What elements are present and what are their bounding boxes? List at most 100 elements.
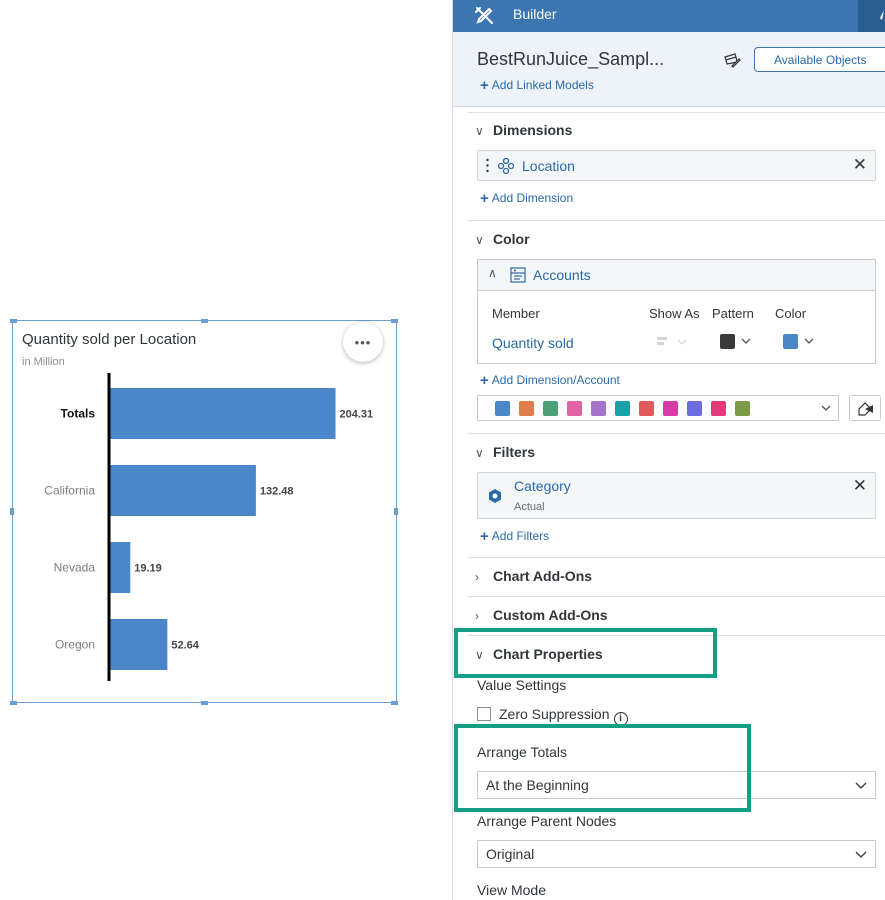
arrange-parent-nodes-label: Arrange Parent Nodes: [477, 813, 617, 829]
show-as-icon: [657, 337, 687, 345]
value-label: 132.48: [260, 486, 294, 498]
palette-color-swatch: [495, 401, 510, 416]
zero-suppression-label: Zero Suppression: [499, 706, 610, 722]
divider: [468, 596, 885, 597]
divider: [468, 433, 885, 434]
pattern-column-header: Pattern: [712, 306, 754, 321]
divider: [468, 220, 885, 221]
dimensions-heading: Dimensions: [493, 122, 573, 138]
bar-california[interactable]: [109, 465, 256, 516]
divider: [468, 557, 885, 558]
color-swatch[interactable]: [783, 334, 798, 349]
filter-label: Category: [514, 478, 571, 494]
plus-icon: +: [480, 528, 489, 545]
builder-title: Builder: [513, 6, 557, 22]
view-mode-label: View Mode: [477, 882, 547, 898]
palette-color-swatch: [567, 401, 582, 416]
available-objects-button[interactable]: Available Objects: [754, 47, 885, 72]
color-section-header[interactable]: ∨ Color: [475, 231, 530, 247]
bar-nevada[interactable]: [109, 542, 131, 593]
custom-addons-heading: Custom Add-Ons: [493, 607, 608, 623]
bar-totals[interactable]: [109, 388, 336, 439]
styling-tab[interactable]: [858, 0, 885, 32]
edit-model-icon[interactable]: [723, 52, 741, 68]
add-linked-models-link[interactable]: + Add Linked Models: [480, 76, 594, 94]
chevron-down-icon[interactable]: [740, 336, 752, 346]
resize-handle-right[interactable]: [394, 508, 398, 515]
more-options-button[interactable]: •••: [343, 322, 383, 362]
chevron-right-icon: ›: [475, 570, 479, 584]
plus-icon: +: [480, 372, 489, 389]
resize-handle-br[interactable]: [391, 701, 398, 705]
chevron-down-icon: [821, 405, 831, 411]
highlight-chart-properties: [454, 628, 717, 678]
resize-handle-tr[interactable]: [391, 319, 398, 323]
palette-color-swatch: [639, 401, 654, 416]
chart-addons-section-header[interactable]: › Chart Add-Ons: [475, 568, 592, 584]
value-label: 204.31: [340, 409, 374, 421]
palette-settings-button[interactable]: [849, 395, 881, 421]
chart-addons-heading: Chart Add-Ons: [493, 568, 593, 584]
category-label: Nevada: [54, 561, 96, 575]
chevron-down-icon[interactable]: [803, 336, 815, 346]
category-label: California: [44, 484, 95, 498]
resize-handle-bl[interactable]: [10, 701, 17, 705]
divider: [468, 112, 885, 113]
model-name[interactable]: BestRunJuice_Sampl...: [477, 49, 664, 70]
color-column-header: Color: [775, 306, 807, 321]
palette-color-swatch: [687, 401, 702, 416]
palette-color-swatch: [519, 401, 534, 416]
add-dimension-account-label: Add Dimension/Account: [491, 373, 620, 387]
chevron-down-icon: ∨: [475, 233, 484, 247]
palette-color-swatch: [615, 401, 630, 416]
member-column-header: Member: [492, 306, 540, 321]
dimension-label: Location: [522, 158, 575, 174]
category-label: Totals: [61, 407, 96, 421]
palette-color-swatch: [735, 401, 750, 416]
resize-handle-bottom[interactable]: [201, 701, 208, 705]
palette-color-swatch: [711, 401, 726, 416]
filters-section-header[interactable]: ∨ Filters: [475, 444, 535, 460]
resize-handle-left[interactable]: [10, 508, 14, 515]
add-dimension-link[interactable]: + Add Dimension: [480, 189, 573, 207]
add-linked-models-label: Add Linked Models: [491, 78, 594, 92]
builder-header: Builder: [453, 0, 885, 32]
chart-widget[interactable]: Quantity sold per Location in Million To…: [12, 320, 397, 703]
chevron-down-icon: ∨: [475, 124, 484, 138]
styling-brush-icon: [880, 10, 884, 20]
filter-cube-icon: [489, 489, 501, 503]
accounts-icon: [510, 267, 526, 283]
drag-handle-icon[interactable]: [486, 158, 489, 173]
bar-oregon[interactable]: [109, 619, 168, 670]
filter-token-category[interactable]: Category Actual ✕: [477, 472, 876, 519]
remove-filter-icon[interactable]: ✕: [853, 476, 867, 496]
palette-color-swatch: [663, 401, 678, 416]
color-heading: Color: [493, 231, 530, 247]
accounts-box: ∧ Accounts Member Show As Pattern Color …: [477, 259, 876, 364]
chevron-up-icon: ∧: [488, 266, 497, 280]
bar-chart: Totals 204.31 California 132.48 Nevada 19.19 O…: [44, 373, 374, 681]
hierarchy-icon: [498, 158, 514, 174]
zero-suppression-row: Zero Suppression i: [499, 706, 628, 726]
story-canvas: Quantity sold per Location in Million To…: [0, 0, 452, 900]
dimensions-section-header[interactable]: ∨ Dimensions: [475, 122, 572, 138]
chevron-down-icon: [855, 782, 867, 789]
dimension-token-location[interactable]: Location ✕: [477, 150, 876, 181]
resize-handle-top[interactable]: [201, 319, 208, 323]
accounts-header[interactable]: ∧ Accounts: [478, 260, 875, 291]
pattern-swatch[interactable]: [720, 334, 735, 349]
filter-sublabel: Actual: [514, 501, 545, 513]
color-palette-select[interactable]: [477, 395, 839, 421]
plus-icon: +: [480, 190, 489, 207]
value-label: 52.64: [171, 640, 199, 652]
add-dimension-label: Add Dimension: [491, 191, 574, 205]
remove-dimension-icon[interactable]: ✕: [853, 155, 867, 175]
show-as-column-header: Show As: [649, 306, 700, 321]
member-quantity-sold: Quantity sold: [492, 335, 574, 351]
arrange-parent-nodes-select[interactable]: Original: [477, 840, 876, 868]
zero-suppression-checkbox[interactable]: [477, 707, 491, 721]
add-filters-link[interactable]: + Add Filters: [480, 527, 549, 545]
resize-handle-tl[interactable]: [10, 319, 17, 323]
custom-addons-section-header[interactable]: › Custom Add-Ons: [475, 607, 608, 623]
add-dimension-account-link[interactable]: + Add Dimension/Account: [480, 371, 620, 389]
